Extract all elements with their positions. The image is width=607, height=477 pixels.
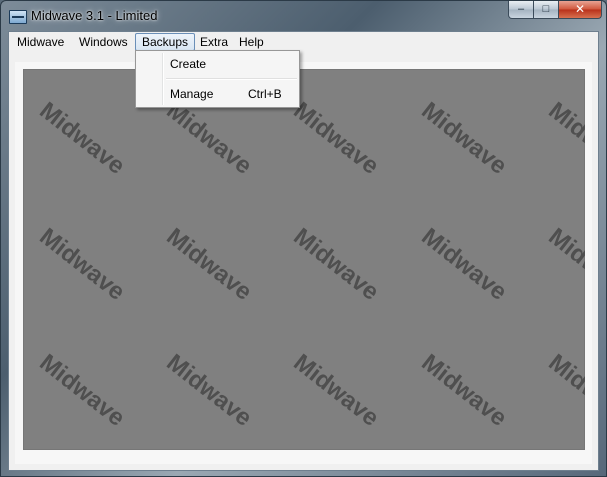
window-title: Midwave 3.1 - Limited [31,8,158,23]
maximize-button[interactable]: □ [534,1,559,19]
caption-buttons: – □ ✕ [508,1,602,19]
watermark-text: Midwave [288,223,384,306]
backups-dropdown-menu: Create Manage Ctrl+B [135,50,300,108]
watermark-text: Midwave [543,97,585,180]
menu-item-manage[interactable]: Manage Ctrl+B [138,83,297,105]
watermark-text: Midwave [34,349,130,432]
menu-help[interactable]: Help [233,33,270,51]
menu-item-manage-shortcut: Ctrl+B [248,87,282,101]
maximize-icon: □ [542,3,550,15]
minimize-icon: – [517,3,525,15]
watermark-text: Midwave [288,349,384,432]
watermark-text: Midwave [543,223,585,306]
workspace-canvas[interactable]: Midwave Midwave Midwave Midwave Midwave Midwa… [23,69,585,450]
close-icon: ✕ [574,2,586,16]
watermark-text: Midwave [161,97,257,180]
menu-bar: Midwave Windows Backups Extra Help [9,32,598,53]
menu-item-create[interactable]: Create [138,53,297,75]
workspace-frame: Midwave Midwave Midwave Midwave Midwave Midwa… [15,62,592,464]
watermark-text: Midwave [34,97,130,180]
app-window-icon[interactable] [9,10,27,24]
watermark-text: Midwave [416,97,512,180]
menu-windows[interactable]: Windows [73,33,134,51]
close-button[interactable]: ✕ [559,1,602,19]
watermark-text: Midwave [416,349,512,432]
minimize-button[interactable]: – [508,1,534,19]
watermark-text: Midwave [416,223,512,306]
menu-extra[interactable]: Extra [194,33,234,51]
menu-item-manage-label: Manage [170,87,214,101]
watermark-text: Midwave [161,223,257,306]
watermark-text: Midwave [288,97,384,180]
watermark-text: Midwave [161,349,257,432]
menu-midwave[interactable]: Midwave [11,33,70,51]
client-area: Midwave Windows Backups Extra Help Midwa… [8,31,599,471]
title-bar[interactable]: Midwave 3.1 - Limited – □ ✕ [1,1,606,31]
menu-separator [166,78,297,80]
menu-item-create-label: Create [170,57,207,71]
menu-backups[interactable]: Backups [135,33,196,51]
main-window: Midwave 3.1 - Limited – □ ✕ Midwave Wind… [0,0,607,477]
watermark-text: Midwave [34,223,130,306]
watermark-text: Midwave [543,349,585,432]
